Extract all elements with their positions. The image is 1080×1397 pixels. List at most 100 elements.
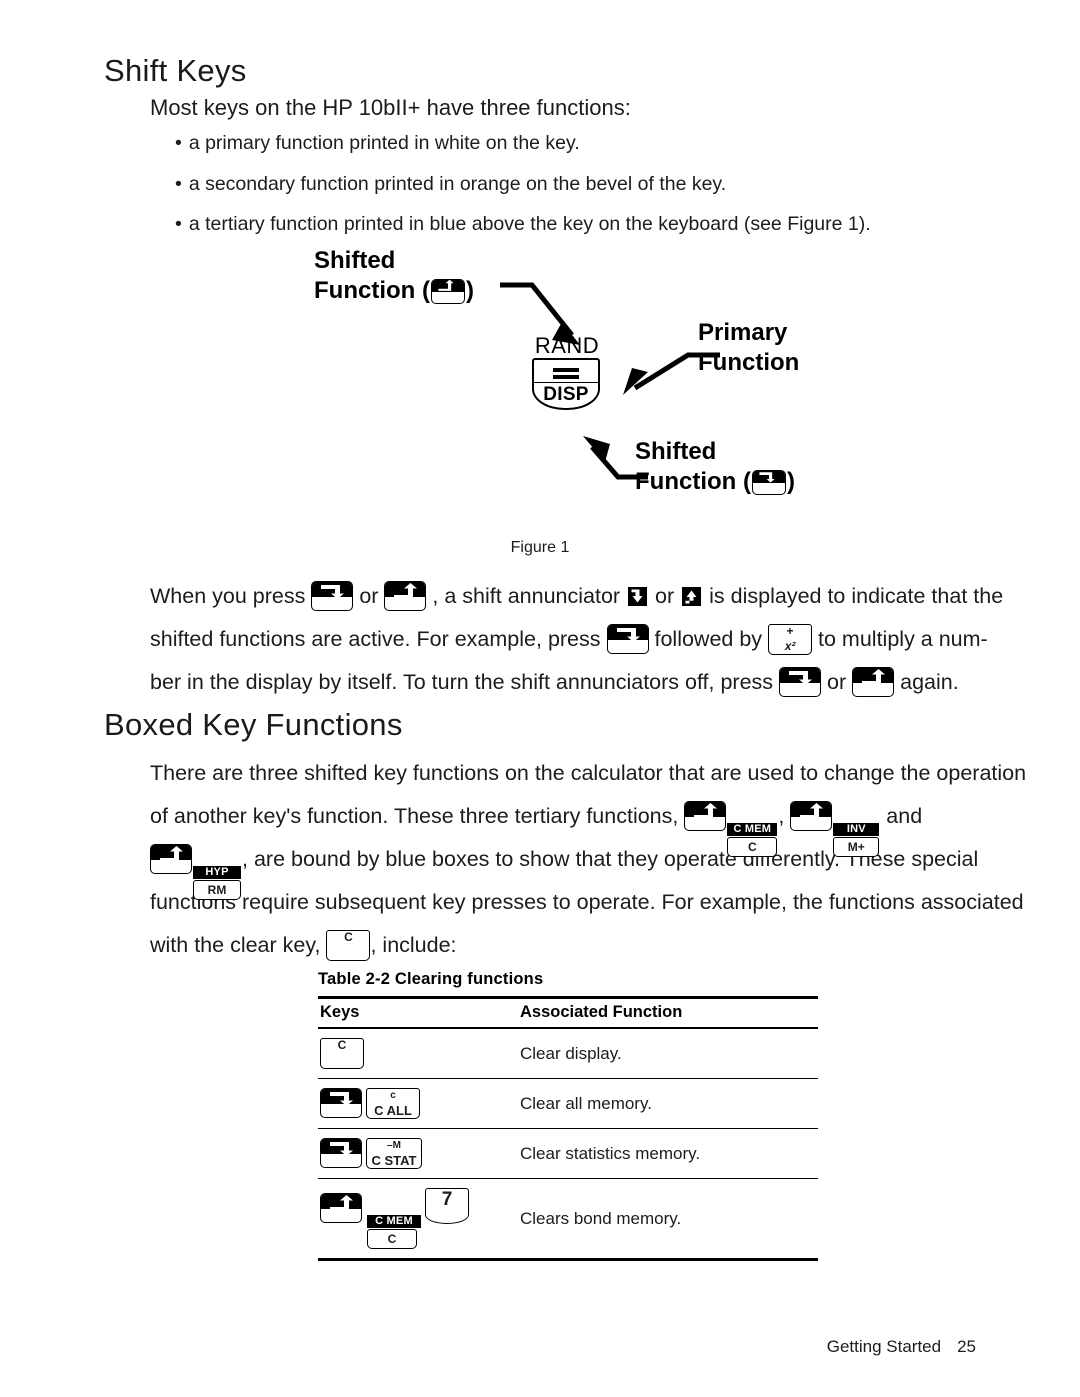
key-bevel-label: x²: [768, 639, 813, 655]
key-face-label: C: [326, 930, 371, 946]
figure-label-text: ): [786, 467, 795, 495]
paragraph-line: ber in the display by itself. To turn th…: [150, 661, 1003, 704]
key-face: [532, 358, 600, 384]
table-cell-function: Clear statistics memory.: [518, 1128, 818, 1179]
figure-label-primary-function: Primary Function: [698, 318, 799, 378]
key-body: RM: [193, 880, 241, 900]
blue-shift-key-icon: [852, 667, 895, 697]
figure-label-text: ): [465, 276, 474, 304]
paragraph-line: There are three shifted key functions on…: [150, 752, 1026, 795]
column-header-associated-function: Associated Function: [518, 996, 818, 1029]
paragraph-text: When you press: [150, 584, 306, 608]
paragraph-line: When you press or , a shift annunciator …: [150, 575, 1003, 618]
bullet-marker: •: [175, 132, 182, 154]
orange-shift-key-icon: [320, 1088, 362, 1118]
key-bevel-label: C ALL: [366, 1103, 420, 1119]
table-row: –M C STAT Clear statistics memory.: [318, 1128, 818, 1179]
key-face-label: c: [366, 1088, 420, 1104]
inv-key-icon: INV M+: [833, 823, 880, 857]
shift-keys-paragraph: When you press or , a shift annunciator …: [150, 575, 1003, 704]
key-face-label: C: [727, 837, 778, 857]
paragraph-text: or: [827, 670, 847, 694]
paragraph-text: , include:: [370, 933, 457, 957]
x-squared-key-icon: + x²: [768, 624, 813, 655]
key-tertiary-label: RAND: [534, 333, 600, 358]
key-face-label: M+: [833, 837, 880, 857]
paragraph-line: functions require subsequent key presses…: [150, 881, 1026, 924]
c-all-key-icon: cC ALL: [366, 1088, 420, 1119]
c-stat-key-icon: –M C STAT: [366, 1138, 422, 1169]
figure-1-diagram: Shifted Function () Primary Function Shi…: [300, 240, 860, 530]
orange-shift-key-icon: [606, 624, 649, 654]
clear-key-icon: C: [320, 1038, 364, 1069]
key-body: M+: [833, 837, 880, 857]
key-bevel-label: DISP: [532, 383, 600, 410]
bullet-item-tertiary-function: • a tertiary function printed in blue abo…: [175, 213, 871, 235]
figure-label-text: Function (: [635, 467, 751, 495]
table-header-row: Keys Associated Function: [318, 996, 818, 1029]
bullet-marker: •: [175, 173, 182, 195]
table-cell-keys: cC ALL: [318, 1078, 518, 1129]
equals-symbol: [553, 368, 579, 382]
key-body: C: [727, 837, 778, 857]
tertiary-label: C MEM: [367, 1215, 421, 1228]
footer-label: Getting Started: [826, 1337, 942, 1356]
paragraph-text: with the clear key,: [150, 933, 321, 957]
figure-label-shifted-function-blue: Shifted Function (): [314, 246, 474, 306]
page-title-boxed-key-functions: Boxed Key Functions: [104, 707, 403, 742]
figure-label-line1: Shifted: [635, 438, 717, 465]
paragraph-text: to multiply a num-: [818, 627, 988, 651]
blue-shift-key-icon: [320, 1193, 362, 1223]
table-caption: Table 2-2 Clearing functions: [318, 970, 544, 988]
table-row: C MEM C 7 Clears bond memory.: [318, 1178, 818, 1261]
paragraph-text: There are three shifted key functions on…: [150, 761, 1027, 785]
bullet-text: a primary function printed in white on t…: [188, 132, 580, 154]
paragraph-line: with the clear key, C, include:: [150, 924, 1026, 967]
clear-key-icon: C: [326, 930, 371, 961]
page-number: 25: [957, 1337, 976, 1356]
paragraph-text: or: [655, 584, 675, 608]
page-footer: Getting Started 25: [827, 1337, 976, 1357]
key-face-label: RM: [193, 880, 241, 900]
orange-shift-key-icon: [779, 667, 822, 697]
key-bevel-label: [425, 1211, 469, 1224]
table-row: cC ALL Clear all memory.: [318, 1078, 818, 1129]
bullet-marker: •: [175, 213, 182, 235]
table-cell-keys: –M C STAT: [318, 1128, 518, 1179]
blue-shift-key-icon: [684, 801, 727, 831]
paragraph-line: of another key's function. These three t…: [150, 795, 1026, 857]
paragraph-text: functions require subsequent key presses…: [150, 890, 1024, 914]
paragraph-text: , a shift annunciator: [432, 584, 621, 608]
bullet-text: a secondary function printed in orange o…: [188, 173, 727, 195]
figure-label-text: Function (: [314, 276, 430, 304]
table-cell-keys: C: [318, 1028, 518, 1079]
key-bevel-label: [326, 945, 371, 961]
key-face-label: +: [768, 624, 813, 640]
table-cell-function: Clear all memory.: [518, 1078, 818, 1129]
key-face-label: C: [367, 1229, 417, 1249]
blue-shift-key-icon: [790, 801, 833, 831]
table-cell-keys: C MEM C 7: [318, 1178, 518, 1261]
paragraph-text: is displayed to indicate that the: [709, 584, 1004, 608]
orange-shift-annunciator-icon: [628, 587, 648, 606]
paragraph-text: of another key's function. These three t…: [150, 804, 679, 828]
orange-shift-key-icon: [751, 469, 786, 495]
rand-disp-key-illustration: RAND DISP: [532, 335, 602, 410]
intro-paragraph: Most keys on the HP 10bII+ have three fu…: [150, 95, 631, 120]
tertiary-label: HYP: [193, 866, 241, 879]
paragraph-text: shifted functions are active. For exampl…: [150, 627, 601, 651]
figure-label-line2: Function: [698, 348, 800, 376]
figure-label-line1: Primary: [698, 319, 788, 346]
key-body: C: [367, 1229, 417, 1249]
paragraph-line: shifted functions are active. For exampl…: [150, 618, 1003, 661]
figure-label-line2: Function (): [635, 467, 795, 497]
bullet-item-primary-function: • a primary function printed in white on …: [175, 132, 580, 154]
document-page: Shift Keys Most keys on the HP 10bII+ ha…: [0, 0, 1080, 1397]
bullet-text: a tertiary function printed in blue abov…: [188, 213, 871, 235]
tertiary-label: INV: [833, 823, 880, 836]
table-row: C Clear display.: [318, 1028, 818, 1079]
paragraph-text: followed by: [654, 627, 763, 651]
paragraph-line: HYP RM, are bound by blue boxes to show t…: [150, 838, 1026, 900]
figure-label-line2: Function (): [314, 276, 474, 306]
key-face-label: 7: [425, 1188, 469, 1212]
